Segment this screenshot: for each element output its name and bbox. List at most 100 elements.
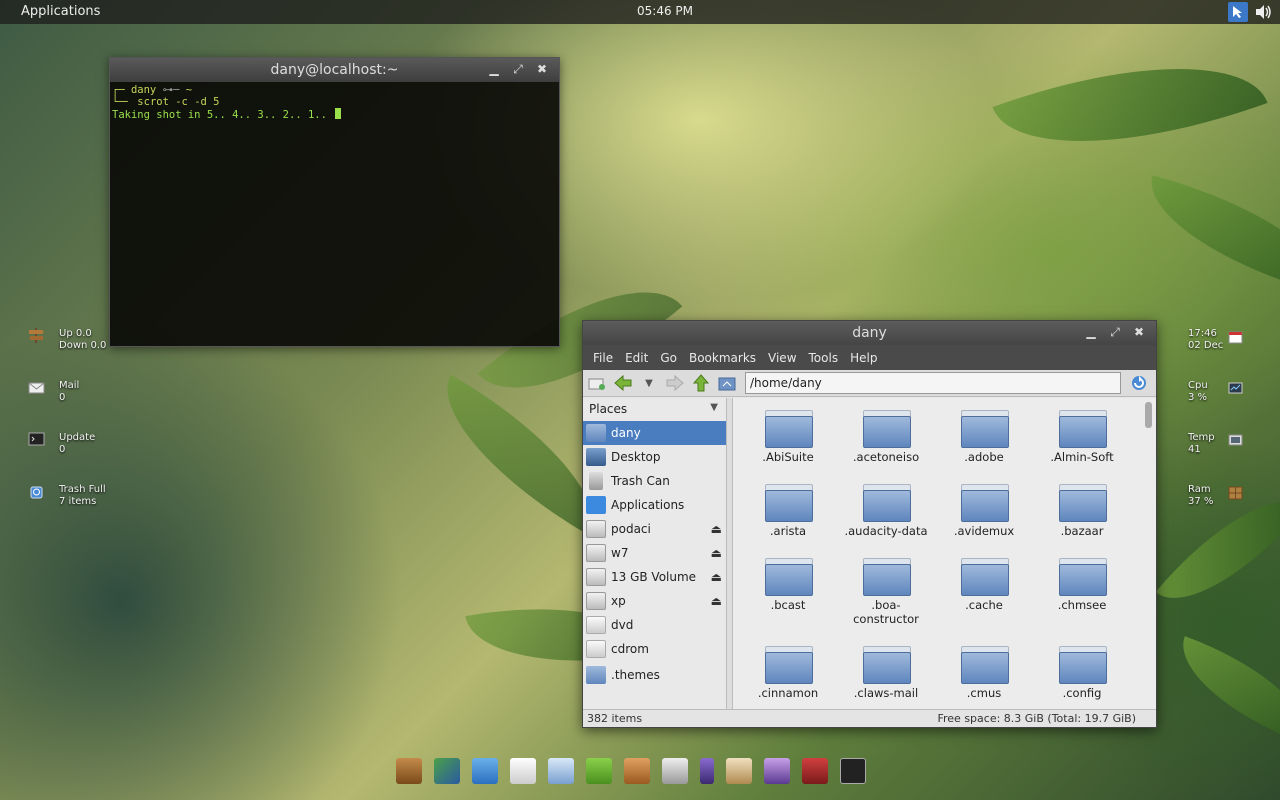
place-applications[interactable]: Applications [583, 493, 726, 517]
folder-item[interactable]: .bcast [739, 556, 837, 644]
widget-value: 0 [59, 444, 66, 455]
eject-icon[interactable]: ⏏ [711, 570, 722, 584]
close-icon[interactable]: ✖ [535, 61, 549, 77]
minimize-icon[interactable]: ▁ [1084, 324, 1098, 340]
place-podaci[interactable]: podaci ⏏ [583, 517, 726, 541]
place-desktop[interactable]: Desktop [583, 445, 726, 469]
menu-tools[interactable]: Tools [803, 351, 845, 365]
menu-help[interactable]: Help [844, 351, 883, 365]
eject-icon[interactable]: ⏏ [711, 546, 722, 560]
folder-item[interactable]: .boa-constructor [837, 556, 935, 644]
menu-bookmarks[interactable]: Bookmarks [683, 351, 762, 365]
folder-label: .Almin-Soft [1050, 450, 1114, 464]
panel-clock[interactable]: 05:46 PM [637, 4, 693, 18]
folder-label: .arista [769, 524, 807, 538]
place-xp[interactable]: xp ⏏ [583, 589, 726, 613]
network-widget[interactable]: Up 0.0 Down 0.0 [28, 328, 106, 352]
place-trash[interactable]: Trash Can [583, 469, 726, 493]
eject-icon[interactable]: ⏏ [711, 594, 722, 608]
folder-item[interactable]: .acetoneiso [837, 408, 935, 482]
reload-icon[interactable] [1129, 374, 1149, 392]
minimize-icon[interactable]: ▁ [487, 61, 501, 77]
forward-arrow-icon[interactable] [665, 374, 685, 392]
back-arrow-icon[interactable] [613, 374, 633, 392]
folder-item[interactable]: .cache [935, 556, 1033, 644]
temp-widget[interactable]: Temp 41 [1188, 432, 1243, 456]
text-editor-icon[interactable] [510, 758, 536, 784]
folder-item[interactable]: .chmsee [1033, 556, 1131, 644]
place-dany[interactable]: dany [583, 421, 726, 445]
settings-icon[interactable] [700, 758, 714, 784]
book-icon[interactable] [802, 758, 828, 784]
folder-item[interactable]: .config [1033, 644, 1131, 710]
place-w7[interactable]: w7 ⏏ [583, 541, 726, 565]
menu-go[interactable]: Go [654, 351, 683, 365]
place-themes[interactable]: .themes [583, 663, 726, 687]
file-manager-window[interactable]: dany ▁ ⤢ ✖ File Edit Go Bookmarks View T… [582, 320, 1157, 728]
history-dropdown-icon[interactable]: ▼ [639, 374, 659, 392]
mail-widget[interactable]: Mail 0 [28, 380, 79, 404]
folder-icon [765, 646, 813, 684]
cpu-widget[interactable]: Cpu 3 % [1188, 380, 1243, 404]
path-input[interactable] [745, 372, 1121, 394]
menu-view[interactable]: View [762, 351, 802, 365]
eject-icon[interactable]: ⏏ [711, 522, 722, 536]
terminal-icon[interactable] [840, 758, 866, 784]
folder-item[interactable]: .Almin-Soft [1033, 408, 1131, 482]
volume-icon[interactable] [1254, 2, 1274, 22]
clipboard-icon[interactable] [726, 758, 752, 784]
applications-menu[interactable]: Applications [21, 4, 100, 19]
chat-icon[interactable] [586, 758, 612, 784]
folder-item[interactable]: .arista [739, 482, 837, 556]
folder-item[interactable]: .audacity-data [837, 482, 935, 556]
item-count: 382 items [587, 712, 643, 725]
folder-item[interactable]: .adobe [935, 408, 1033, 482]
terminal-window[interactable]: dany@localhost:~ ▁ ⤢ ✖ ┌─ dany ⊶─ ~ └─╴ … [109, 57, 560, 347]
close-icon[interactable]: ✖ [1132, 324, 1146, 340]
chevron-down-icon[interactable]: ▼ [710, 402, 718, 413]
up-arrow-icon[interactable] [691, 374, 711, 392]
folder-label: .claws-mail [853, 686, 919, 700]
drive-icon [586, 544, 606, 562]
folder-item[interactable]: .bazaar [1033, 482, 1131, 556]
folder-item[interactable]: .AbiSuite [739, 408, 837, 482]
video-chat-icon[interactable] [472, 758, 498, 784]
cursor-icon[interactable] [1228, 2, 1248, 22]
signpost-icon[interactable] [396, 758, 422, 784]
maximize-icon[interactable]: ⤢ [1108, 324, 1122, 340]
terminal-command: scrot -c -d 5 [137, 96, 220, 108]
folder-label: .config [1062, 686, 1102, 700]
vertical-scrollbar[interactable] [1145, 402, 1152, 428]
places-header[interactable]: Places ▼ [583, 398, 726, 421]
place-13gb-volume[interactable]: 13 GB Volume ⏏ [583, 565, 726, 589]
home-folder-icon[interactable] [717, 374, 737, 392]
folder-item[interactable]: .cinnamon [739, 644, 837, 710]
spreadsheet-icon[interactable] [548, 758, 574, 784]
status-bar: 382 items Free space: 8.3 GiB (Total: 19… [583, 709, 1156, 727]
file-manager-titlebar[interactable]: dany ▁ ⤢ ✖ [583, 321, 1156, 345]
terminal-title: dany@localhost:~ [270, 62, 399, 78]
widget-label: Ram [1188, 484, 1211, 495]
trash-widget[interactable]: Trash Full 7 items [28, 484, 106, 508]
new-tab-icon[interactable] [587, 374, 607, 392]
gamepad-icon[interactable] [662, 758, 688, 784]
folder-item[interactable]: .claws-mail [837, 644, 935, 710]
ram-widget[interactable]: Ram 37 % [1188, 484, 1243, 508]
terminal-body[interactable]: ┌─ dany ⊶─ ~ └─╴ scrot -c -d 5 Taking sh… [110, 82, 559, 123]
folder-view[interactable]: .AbiSuite .acetoneiso .adobe .Almin-Soft… [733, 398, 1156, 710]
terminal-titlebar[interactable]: dany@localhost:~ ▁ ⤢ ✖ [110, 58, 559, 82]
display-icon[interactable] [764, 758, 790, 784]
image-viewer-icon[interactable] [434, 758, 460, 784]
menu-edit[interactable]: Edit [619, 351, 654, 365]
place-cdrom[interactable]: cdrom [583, 637, 726, 661]
update-widget[interactable]: Update 0 [28, 432, 95, 456]
maximize-icon[interactable]: ⤢ [511, 61, 525, 77]
folder-item[interactable]: .cmus [935, 644, 1033, 710]
clock-widget[interactable]: 17:46 02 Dec [1188, 328, 1243, 352]
place-dvd[interactable]: dvd [583, 613, 726, 637]
folder-icon [961, 410, 1009, 448]
menu-file[interactable]: File [587, 351, 619, 365]
folder-item[interactable]: .avidemux [935, 482, 1033, 556]
terminal-output-line: Taking shot in 5.. 4.. 3.. 2.. 1.. [112, 108, 557, 121]
files-cabinet-icon[interactable] [624, 758, 650, 784]
